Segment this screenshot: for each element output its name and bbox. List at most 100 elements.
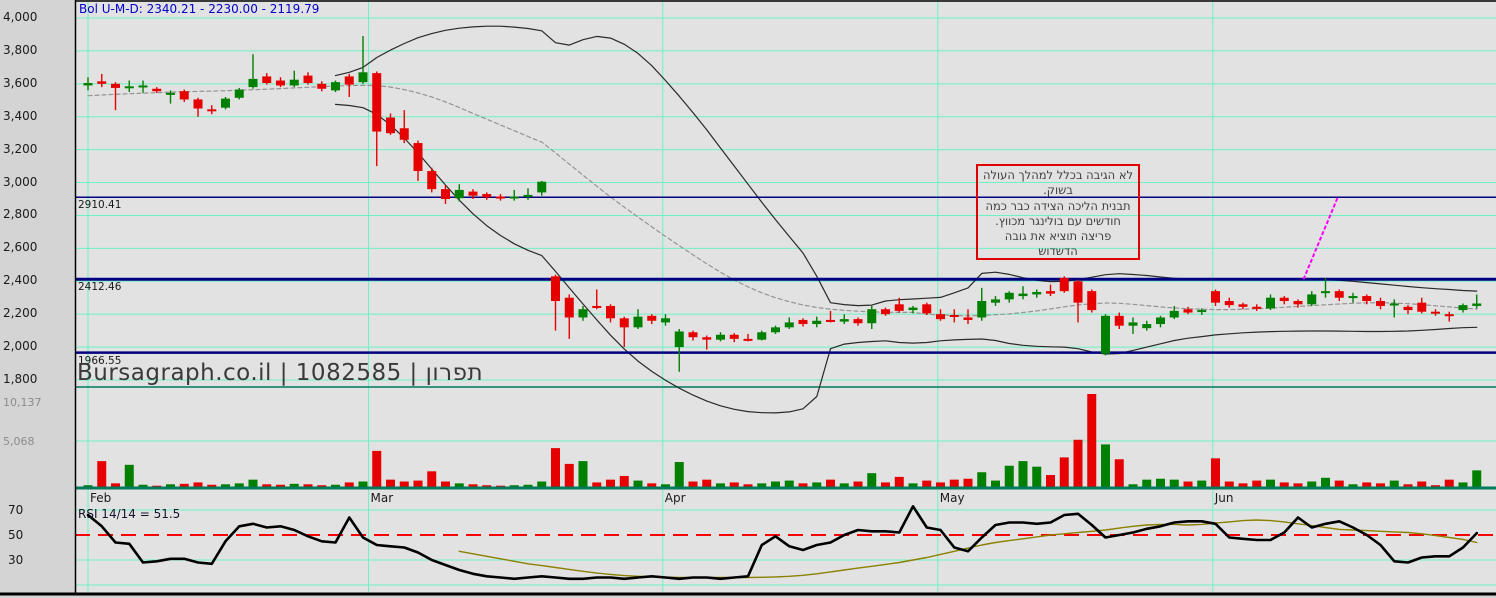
- candle-body: [1101, 315, 1110, 354]
- annotation-text-line: חודשים עם בולינגר מכווץ.: [995, 213, 1121, 228]
- candle-body: [1169, 310, 1179, 318]
- candle-body: [289, 79, 299, 86]
- candle-body: [1458, 305, 1468, 311]
- candle-body: [949, 315, 959, 318]
- volume-bar: [1032, 466, 1042, 488]
- candle-body: [606, 305, 615, 319]
- candle-body: [1431, 311, 1440, 314]
- chart-window: 4,000 3,800 3,600 3,400 3,200 3,000 2,800 2,600…: [0, 0, 1496, 598]
- candle-body: [936, 314, 945, 320]
- candle-body: [812, 320, 822, 325]
- candle-body: [771, 327, 780, 333]
- candle-body: [1321, 291, 1330, 294]
- candle-body: [1417, 302, 1427, 312]
- candle-body: [124, 86, 134, 89]
- candle-body: [427, 171, 437, 190]
- candle-body: [1197, 310, 1207, 313]
- candle-body: [193, 99, 203, 109]
- candle-body: [1128, 322, 1138, 326]
- candle-body: [1307, 294, 1317, 305]
- candle-body: [1073, 281, 1083, 303]
- candle-body: [111, 83, 120, 88]
- bursagraph-candlestick-chart[interactable]: [0, 0, 1496, 598]
- annotation-text-line: הדשדוש: [1038, 244, 1078, 259]
- annotation-text-line: פריצה תוציא את גובה: [1004, 229, 1112, 244]
- candle-body: [1046, 291, 1055, 294]
- candle-body: [344, 76, 354, 85]
- candle-body: [1266, 297, 1275, 309]
- volume-bar: [1114, 459, 1124, 488]
- analysis-annotation-box[interactable]: לא הגיבה בכלל למהלך העולה בשוק. תבנית הליכ…: [976, 164, 1140, 260]
- candle-body: [1472, 303, 1482, 306]
- candle-body: [138, 85, 148, 88]
- candle-body: [1403, 306, 1413, 311]
- candle-body: [482, 194, 492, 198]
- candle-body: [1142, 324, 1152, 329]
- volume-bar: [1211, 458, 1220, 488]
- candle-body: [743, 338, 753, 341]
- candle-body: [331, 82, 340, 91]
- candle-body: [1444, 314, 1454, 317]
- candle-body: [234, 89, 244, 98]
- candle-body: [977, 301, 987, 318]
- volume-bar: [1321, 477, 1330, 488]
- candle-body: [248, 78, 258, 88]
- candle-body: [853, 319, 863, 324]
- candle-body: [647, 315, 657, 321]
- candle-body: [839, 319, 849, 322]
- volume-bar: [564, 463, 574, 488]
- candle-body: [496, 196, 505, 199]
- candle-body: [152, 88, 162, 92]
- candle-body: [166, 92, 175, 95]
- candle-body: [578, 309, 588, 318]
- candle-body: [537, 181, 547, 193]
- candle-body: [1114, 315, 1124, 326]
- candle-body: [1224, 301, 1234, 306]
- candle-body: [468, 191, 478, 196]
- volume-bar: [97, 461, 107, 488]
- candle-body: [303, 75, 313, 83]
- candle-body: [276, 80, 285, 86]
- candle-body: [1376, 301, 1385, 306]
- volume-bar: [1018, 461, 1028, 488]
- candle-body: [661, 318, 670, 323]
- candle-body: [97, 81, 107, 84]
- candle-body: [1348, 296, 1358, 299]
- candle-body: [454, 189, 464, 199]
- volume-bar: [1046, 475, 1055, 488]
- volume-bar: [1004, 465, 1014, 488]
- candle-body: [317, 83, 327, 89]
- candle-body: [592, 305, 602, 308]
- annotation-text-line: לא הגיבה בכלל למהלך העולה: [982, 168, 1134, 182]
- candle-body: [83, 82, 93, 86]
- candle-body: [1279, 297, 1289, 302]
- candle-body: [413, 143, 423, 172]
- candle-body: [633, 316, 643, 328]
- candle-body: [441, 189, 450, 199]
- candle-body: [1211, 291, 1220, 303]
- candle-body: [619, 318, 629, 328]
- volume-bar: [551, 448, 560, 488]
- candle-body: [564, 297, 574, 318]
- candle-body: [991, 299, 1000, 303]
- volume-bar: [1472, 470, 1482, 488]
- annotation-text-line: בשוק.: [1043, 183, 1073, 198]
- candle-body: [826, 319, 835, 322]
- candle-body: [372, 73, 382, 132]
- volume-bar: [124, 464, 134, 488]
- annotation-text-line: תבנית הליכה הצידה כבר כמה: [985, 198, 1131, 213]
- volume-bar: [427, 471, 437, 488]
- volume-bar: [894, 476, 904, 488]
- candle-body: [1293, 301, 1303, 305]
- candle-body: [1032, 291, 1042, 295]
- candle-body: [674, 331, 684, 348]
- candle-body: [551, 276, 560, 302]
- candle-body: [1183, 309, 1193, 313]
- candle-body: [207, 109, 217, 112]
- candle-body: [1059, 277, 1069, 292]
- candle-body: [1018, 293, 1028, 297]
- candle-body: [358, 72, 368, 83]
- candle-body: [716, 334, 725, 340]
- volume-bar: [867, 473, 877, 488]
- candle-body: [922, 304, 932, 314]
